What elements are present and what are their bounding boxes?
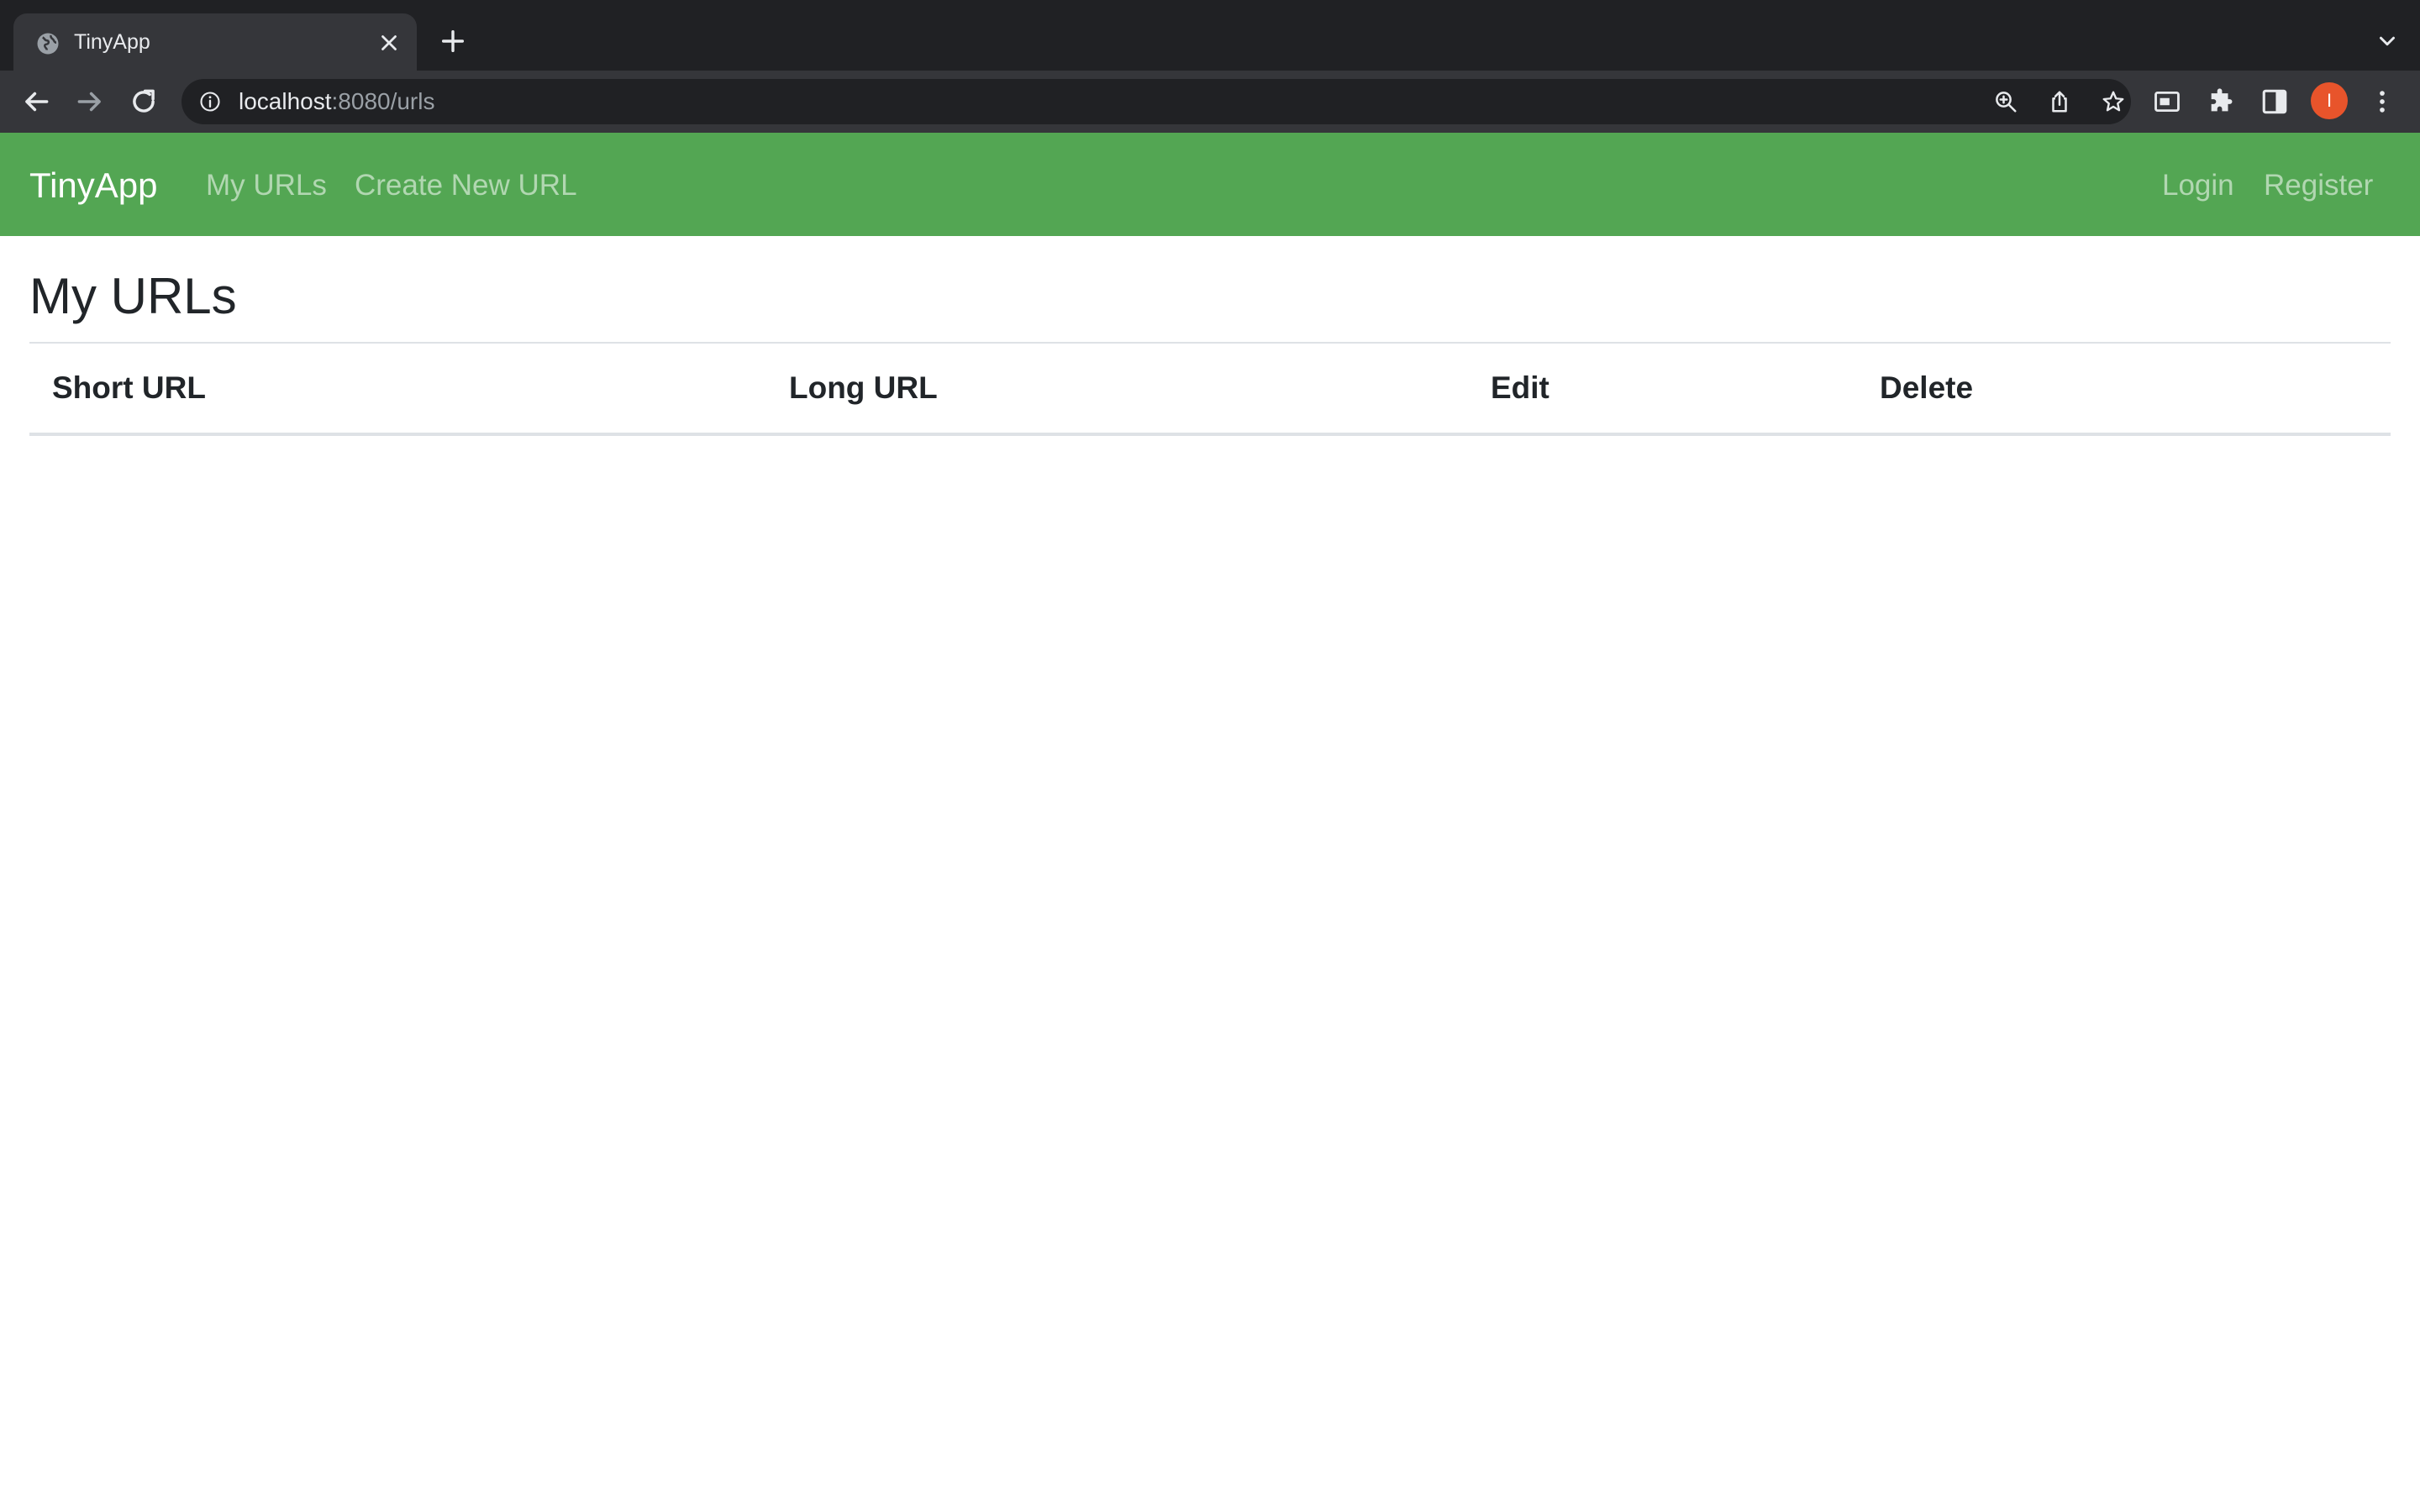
browser-toolbar: localhost:8080/urls I [0, 71, 2420, 133]
forward-icon[interactable] [74, 86, 106, 118]
reload-icon[interactable] [128, 86, 160, 118]
address-url[interactable]: localhost:8080/urls [239, 87, 434, 116]
plus-icon[interactable] [439, 27, 467, 55]
share-icon[interactable] [2047, 89, 2072, 114]
page-title: My URLs [29, 268, 237, 324]
extensions-icon[interactable] [2207, 87, 2235, 116]
profile-avatar[interactable]: I [2311, 82, 2348, 119]
url-host: localhost [239, 88, 332, 114]
nav-link-create-new-url[interactable]: Create New URL [355, 167, 577, 204]
navbar-brand[interactable]: TinyApp [29, 165, 158, 207]
back-icon[interactable] [20, 86, 52, 118]
close-icon[interactable] [376, 30, 402, 55]
address-bar[interactable]: localhost:8080/urls [182, 79, 2131, 124]
tab-title: TinyApp [74, 30, 150, 54]
column-header-delete: Delete [1857, 344, 2391, 436]
nav-link-register[interactable]: Register [2264, 167, 2373, 204]
app-navbar: TinyApp My URLs Create New URL Login Reg… [0, 133, 2420, 236]
chevron-down-icon[interactable] [2375, 29, 2400, 54]
browser-tabstrip: TinyApp [0, 0, 2420, 71]
side-panel-icon[interactable] [2260, 87, 2289, 116]
zoom-icon[interactable] [1993, 89, 2018, 114]
nav-link-login[interactable]: Login [2162, 167, 2234, 204]
nav-link-my-urls[interactable]: My URLs [206, 167, 327, 204]
urls-table: Short URL Long URL Edit Delete [29, 344, 2391, 436]
url-path: :8080/urls [331, 88, 435, 114]
column-header-long-url: Long URL [766, 344, 1468, 436]
info-icon[interactable] [198, 90, 222, 113]
globe-icon [37, 33, 59, 55]
column-header-edit: Edit [1468, 344, 1857, 436]
browser-tab[interactable]: TinyApp [13, 13, 417, 71]
column-header-short-url: Short URL [29, 344, 766, 436]
table-header-row: Short URL Long URL Edit Delete [29, 344, 2391, 436]
star-icon[interactable] [2101, 89, 2126, 114]
menu-icon[interactable] [2368, 87, 2396, 116]
media-icon[interactable] [2153, 87, 2181, 116]
